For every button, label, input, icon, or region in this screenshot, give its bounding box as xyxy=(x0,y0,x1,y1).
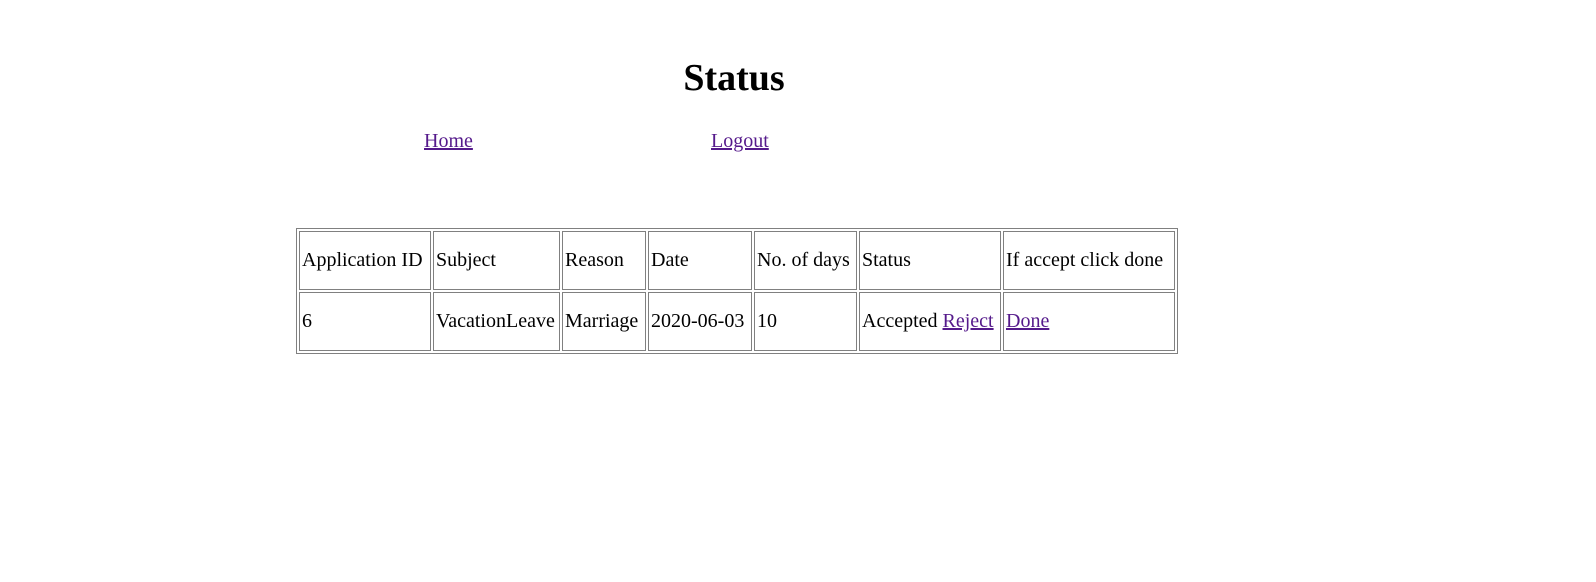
cell-days: 10 xyxy=(754,292,857,351)
header-reason: Reason xyxy=(562,231,646,290)
page-title: Status xyxy=(683,57,785,99)
header-date: Date xyxy=(648,231,752,290)
logout-link[interactable]: Logout xyxy=(711,129,769,153)
cell-subject: VacationLeave xyxy=(433,292,560,351)
cell-date: 2020-06-03 xyxy=(648,292,752,351)
header-status: Status xyxy=(859,231,1001,290)
done-link[interactable]: Done xyxy=(1006,310,1049,332)
header-application-id: Application ID xyxy=(299,231,431,290)
reject-link[interactable]: Reject xyxy=(943,310,994,332)
home-link[interactable]: Home xyxy=(424,129,473,153)
table-row: 6 VacationLeave Marriage 2020-06-03 10 A… xyxy=(299,292,1175,351)
status-text: Accepted xyxy=(862,310,938,332)
header-days: No. of days xyxy=(754,231,857,290)
application-status-table: Application ID Subject Reason Date No. o… xyxy=(296,228,1178,354)
cell-action: Done xyxy=(1003,292,1175,351)
header-subject: Subject xyxy=(433,231,560,290)
status-page: Status Home Logout Application ID Subjec… xyxy=(0,0,1596,582)
cell-application-id: 6 xyxy=(299,292,431,351)
cell-reason: Marriage xyxy=(562,292,646,351)
table-header-row: Application ID Subject Reason Date No. o… xyxy=(299,231,1175,290)
header-action: If accept click done xyxy=(1003,231,1175,290)
cell-status: Accepted Reject xyxy=(859,292,1001,351)
